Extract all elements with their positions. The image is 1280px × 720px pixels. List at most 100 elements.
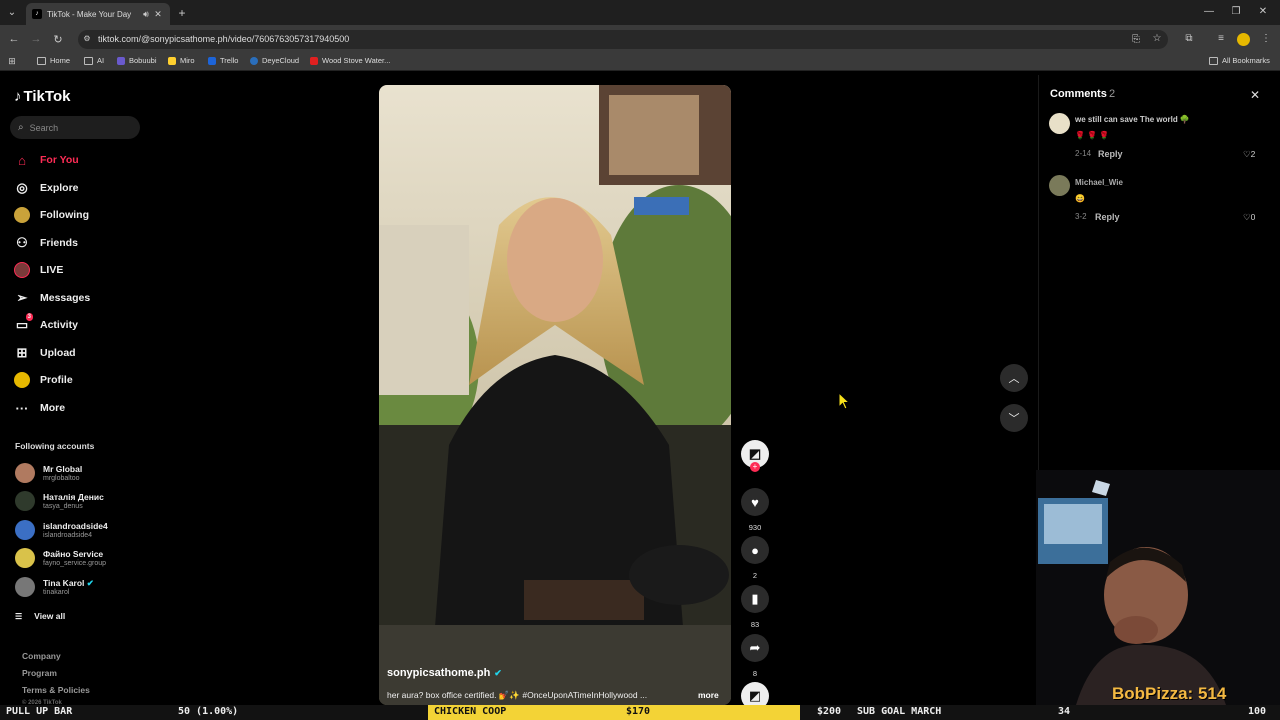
search-input[interactable]: ⌕ Search [10, 116, 140, 139]
nav-activity[interactable]: ▭ 3 Activity [14, 313, 78, 333]
nav-live[interactable]: LIVE [14, 262, 63, 278]
cast-icon[interactable]: ⎘ [1130, 34, 1142, 45]
avatar [15, 463, 35, 483]
share-button[interactable]: ➦ 8 [740, 634, 770, 678]
search-icon: ⌕ [18, 122, 24, 133]
nav-more[interactable]: ··· More [14, 400, 66, 416]
bookmark-miro[interactable]: Miro [168, 56, 195, 65]
folder-icon [37, 56, 46, 65]
bookmark-wood-stove[interactable]: Wood Stove Water... [310, 56, 390, 65]
ticker-item: CHICKEN COOP [434, 706, 507, 717]
all-bookmarks[interactable]: All Bookmarks [1209, 56, 1270, 65]
nav-upload[interactable]: ⊞ Upload [14, 345, 76, 361]
avatar [15, 491, 35, 511]
account-item[interactable]: islandroadside4 islandroadside4 [15, 520, 108, 540]
home-icon: ⌂ [18, 152, 26, 168]
video-description: her aura? box office certified. 💅✨ #Once… [387, 690, 648, 700]
miro-favicon-icon [168, 56, 176, 65]
heart-icon: ♥ [741, 488, 769, 516]
reply-button[interactable]: Reply [1098, 149, 1123, 159]
account-item[interactable]: Наталія Денис tasya_denus [15, 491, 104, 511]
comment-button[interactable]: ● 2 [740, 536, 770, 580]
speaker-icon[interactable]: 🔊︎ [140, 9, 152, 20]
like-count: 930 [748, 523, 762, 532]
bookmark-ai[interactable]: AI [84, 56, 104, 65]
video-player[interactable] [379, 85, 731, 705]
verified-icon: ✔ [494, 667, 502, 678]
activity-icon: ▭ 3 [15, 313, 33, 332]
tab-close-icon[interactable]: ✕ [152, 9, 164, 20]
tiktok-logo[interactable]: ♪ TikTok [14, 88, 70, 105]
window-close-icon[interactable]: ✕ [1257, 6, 1269, 17]
tab-search-icon[interactable]: ⌄ [6, 7, 18, 18]
creator-avatar-button[interactable]: ◩ + [740, 440, 770, 472]
account-item[interactable]: Tina Karol ✔ tinakarol [15, 577, 94, 597]
profile-icon [14, 372, 30, 388]
avatar [15, 520, 35, 540]
forward-icon[interactable]: → [30, 33, 42, 45]
comments-title: Comments [1050, 88, 1107, 100]
comment-like-button[interactable]: ♡2 [1243, 149, 1255, 160]
minimize-icon[interactable]: — [1203, 6, 1215, 17]
video-username[interactable]: sonypicsathome.ph ✔ [387, 667, 502, 679]
comment-date: 3-2 [1075, 212, 1087, 221]
webcam-frame [1036, 470, 1280, 705]
heart-outline-icon: ♡ [1243, 212, 1251, 222]
deyecloud-favicon-icon [250, 56, 258, 65]
site-info-icon[interactable]: ⚙ [82, 34, 92, 43]
comment-username[interactable]: Michael_Wie [1075, 178, 1123, 187]
footer-program[interactable]: Program [22, 668, 57, 678]
restore-icon[interactable]: ❐ [1230, 6, 1242, 17]
bookmark-star-icon[interactable]: ☆ [1151, 33, 1163, 44]
comment-like-button[interactable]: ♡0 [1243, 212, 1255, 223]
next-video-button[interactable]: ﹀ [1000, 404, 1028, 432]
bookmark-deyecloud[interactable]: DeyeCloud [250, 56, 299, 65]
ticker-item: 50 (1.00%) [178, 706, 239, 717]
avatar [15, 548, 35, 568]
webcam-overlay [1036, 470, 1280, 705]
folder-icon [1209, 56, 1218, 65]
comment-emoji: 🌹 🌹 🌹 [1075, 131, 1110, 140]
more-button[interactable]: more [698, 690, 719, 700]
extensions-icon[interactable]: ⧉ [1183, 33, 1195, 44]
close-icon[interactable]: ✕ [1250, 88, 1260, 102]
like-button[interactable]: ♥ 930 [740, 488, 770, 532]
footer-company[interactable]: Company [22, 651, 61, 661]
account-item[interactable]: Файно Service fayno_service.group [15, 548, 106, 568]
previous-video-button[interactable]: ︿ [1000, 364, 1028, 392]
stream-overlay-name: BobPizza: 514 [1112, 684, 1227, 703]
nav-explore[interactable]: ◎ Explore [14, 180, 78, 196]
apps-grid-icon[interactable]: ⊞ [6, 56, 18, 67]
nav-for-you[interactable]: ⌂ For You [14, 152, 79, 168]
bookmark-trello[interactable]: Trello [208, 56, 238, 65]
avatar[interactable] [1049, 113, 1070, 134]
tab-title: TikTok - Make Your Day [47, 9, 132, 19]
friends-icon: ⚇ [16, 235, 28, 250]
footer-terms[interactable]: Terms & Policies [22, 685, 90, 695]
follow-plus-icon[interactable]: + [750, 462, 760, 472]
trello-favicon-icon [208, 56, 216, 65]
nav-following[interactable]: Following [14, 207, 89, 223]
reply-button[interactable]: Reply [1095, 212, 1120, 222]
browser-menu-icon[interactable]: ⋮ [1260, 33, 1272, 44]
reload-icon[interactable]: ↻ [52, 33, 64, 46]
nav-friends[interactable]: ⚇ Friends [14, 235, 78, 251]
nav-profile[interactable]: Profile [14, 372, 73, 388]
browser-tab-bar [0, 0, 1280, 25]
browser-tab[interactable]: ♪ TikTok - Make Your Day 🔊︎ ✕ [26, 3, 170, 25]
chevron-down-icon: ﹀ [1008, 413, 1020, 425]
profile-avatar[interactable] [1237, 33, 1250, 46]
bookmark-bobuubi[interactable]: Bobuubi [117, 56, 157, 65]
back-icon[interactable]: ← [8, 33, 20, 45]
comment-date: 2-14 [1075, 149, 1092, 158]
account-item[interactable]: Mr Global mrglobaltoo [15, 463, 82, 483]
following-avatar-icon [14, 207, 30, 223]
view-all-link[interactable]: ☰ View all [15, 611, 65, 621]
nav-messages[interactable]: ➢ Messages [14, 290, 91, 306]
save-button[interactable]: ▮ 83 [740, 585, 770, 629]
media-control-icon[interactable]: ≡ [1215, 33, 1227, 44]
url-text[interactable]: tiktok.com/@sonypicsathome.ph/video/7606… [98, 34, 349, 44]
bookmark-home[interactable]: Home [37, 56, 70, 65]
new-tab-icon[interactable]: + [176, 6, 188, 20]
avatar[interactable] [1049, 175, 1070, 196]
